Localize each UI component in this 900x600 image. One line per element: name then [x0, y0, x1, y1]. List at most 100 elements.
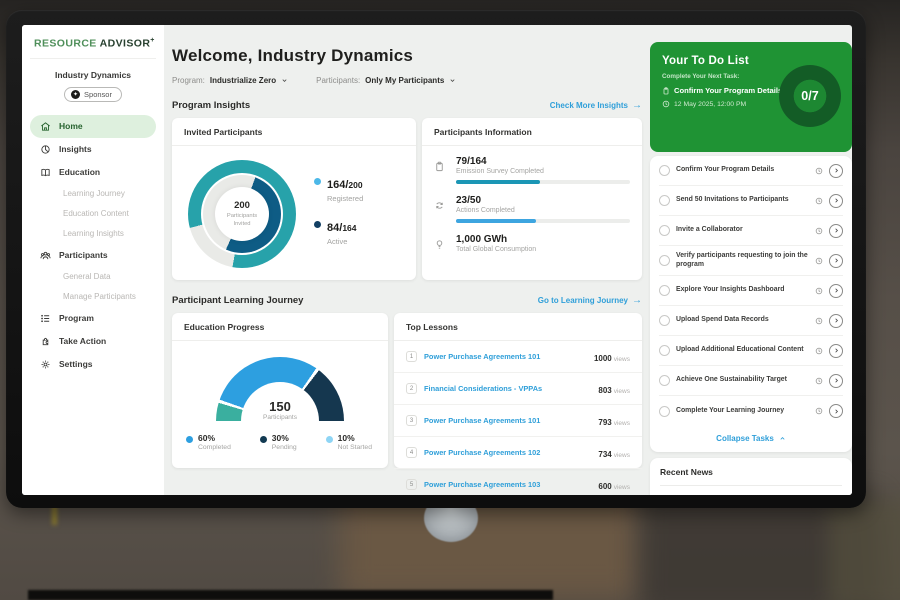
participants-icon: [40, 250, 51, 261]
check-more-insights-link[interactable]: Check More Insights →: [550, 101, 642, 111]
lesson-link[interactable]: Power Purchase Agreements 102: [424, 448, 591, 457]
sidebar-item-learning-insights[interactable]: Learning Insights: [30, 224, 156, 244]
task-checkbox[interactable]: [659, 195, 670, 206]
sidebar-item-insights[interactable]: Insights: [30, 138, 156, 161]
sidebar-nav: Home Insights Education Learning Journey…: [30, 115, 156, 376]
chevron-right-icon[interactable]: [829, 164, 843, 178]
survey-icon: [434, 159, 445, 177]
clock-icon: [815, 407, 823, 415]
sidebar-item-manage-participants[interactable]: Manage Participants: [30, 287, 156, 307]
invited-participants-card: Invited Participants 200 Participants In…: [172, 118, 416, 280]
task-checkbox[interactable]: [659, 345, 670, 356]
sidebar-item-participants[interactable]: Participants: [30, 244, 156, 267]
task-row[interactable]: Explore Your Insights Dashboard: [659, 276, 843, 306]
actions-progress-track: [456, 219, 630, 223]
gauge-center-label: Participants: [216, 414, 344, 421]
clock-icon: [815, 347, 823, 355]
home-icon: [40, 121, 51, 132]
sidebar-item-take-action[interactable]: Take Action: [30, 330, 156, 353]
task-row[interactable]: Upload Additional Educational Content: [659, 336, 843, 366]
learning-journey-title: Participant Learning Journey: [172, 295, 303, 306]
chevron-right-icon[interactable]: [829, 224, 843, 238]
task-row[interactable]: Complete Your Learning Journey: [659, 396, 843, 426]
lesson-link[interactable]: Power Purchase Agreements 101: [424, 352, 587, 361]
main-content: Welcome, Industry Dynamics Program: Indu…: [172, 25, 642, 495]
task-checkbox[interactable]: [659, 375, 670, 386]
lesson-row[interactable]: 4 Power Purchase Agreements 102 734views: [394, 437, 642, 469]
sponsor-badge[interactable]: ✦ Sponsor: [64, 87, 122, 102]
clock-icon: [662, 100, 670, 108]
bulb-icon: [434, 237, 445, 255]
sidebar-item-education[interactable]: Education: [30, 161, 156, 184]
arrow-right-icon: →: [632, 296, 642, 306]
clock-icon: [815, 317, 823, 325]
lesson-row[interactable]: 2 Financial Considerations - VPPAs 803vi…: [394, 373, 642, 405]
chevron-right-icon[interactable]: [829, 404, 843, 418]
check-more-insights-label: Check More Insights: [550, 101, 628, 110]
lesson-link[interactable]: Financial Considerations - VPPAs: [424, 384, 591, 393]
completed-legend-item: 60% Completed: [186, 433, 231, 451]
lesson-row[interactable]: 1 Power Purchase Agreements 101 1000view…: [394, 341, 642, 373]
actions-progress-fill: [456, 219, 536, 223]
chevron-right-icon[interactable]: [829, 254, 843, 268]
invited-donut-chart: 200 Participants Invited: [184, 156, 300, 272]
consumption-value: 1,000 GWh: [456, 234, 630, 245]
lesson-row[interactable]: 5 Power Purchase Agreements 103 600views: [394, 469, 642, 495]
task-row[interactable]: Send 50 Invitations to Participants: [659, 186, 843, 216]
logo-resource: RESOURCE: [34, 38, 97, 50]
gauge-legend-dot: [186, 436, 193, 443]
app-logo: RESOURCE ADVISOR+: [30, 35, 156, 59]
sidebar-item-settings[interactable]: Settings: [30, 353, 156, 376]
chevron-right-icon[interactable]: [829, 194, 843, 208]
lesson-link[interactable]: Power Purchase Agreements 103: [424, 480, 591, 489]
active-dot: [314, 221, 321, 228]
lesson-link[interactable]: Power Purchase Agreements 101: [424, 416, 591, 425]
chevron-right-icon[interactable]: [829, 314, 843, 328]
chevron-right-icon[interactable]: [829, 284, 843, 298]
task-checkbox[interactable]: [659, 315, 670, 326]
lesson-row[interactable]: 3 Power Purchase Agreements 101 793views: [394, 405, 642, 437]
sidebar-item-general-data[interactable]: General Data: [30, 267, 156, 287]
task-checkbox[interactable]: [659, 225, 670, 236]
consumption-label: Total Global Consumption: [456, 246, 630, 253]
gauge-center: 150 Participants: [216, 399, 344, 421]
todo-panel: Your To Do List Complete Your Next Task:…: [650, 25, 852, 495]
sidebar-item-label: Education: [59, 167, 100, 177]
sidebar-item-education-content[interactable]: Education Content: [30, 204, 156, 224]
program-filter[interactable]: Program: Industrialize Zero: [172, 76, 288, 85]
completed-percent: 60%: [198, 433, 231, 443]
task-label: Achieve One Sustainability Target: [676, 376, 809, 385]
clock-icon: [815, 167, 823, 175]
sidebar-item-program[interactable]: Program: [30, 307, 156, 330]
participants-filter-label: Participants:: [316, 76, 360, 85]
education-progress-title: Education Progress: [172, 313, 388, 341]
chevron-right-icon[interactable]: [829, 344, 843, 358]
views-label: views: [614, 388, 630, 395]
collapse-tasks-link[interactable]: Collapse Tasks: [659, 426, 843, 452]
task-checkbox[interactable]: [659, 165, 670, 176]
clock-icon: [815, 197, 823, 205]
task-row[interactable]: Achieve One Sustainability Target: [659, 366, 843, 396]
task-checkbox[interactable]: [659, 285, 670, 296]
sidebar-item-learning-journey[interactable]: Learning Journey: [30, 184, 156, 204]
participants-filter[interactable]: Participants: Only My Participants: [316, 76, 456, 85]
task-row[interactable]: Invite a Collaborator: [659, 216, 843, 246]
sidebar-item-home[interactable]: Home: [30, 115, 156, 138]
task-row[interactable]: Upload Spend Data Records: [659, 306, 843, 336]
task-checkbox[interactable]: [659, 255, 670, 266]
invited-legend: 164/200 Registered 84/164 Active: [314, 175, 363, 253]
task-row[interactable]: Verify participants requesting to join t…: [659, 246, 843, 276]
lesson-views: 803: [598, 386, 611, 395]
views-label: views: [614, 356, 630, 363]
program-icon: [40, 313, 51, 324]
program-filter-label: Program:: [172, 76, 205, 85]
participants-information-title: Participants Information: [422, 118, 642, 146]
chevron-right-icon[interactable]: [829, 374, 843, 388]
active-total: 164: [342, 223, 356, 233]
task-checkbox[interactable]: [659, 406, 670, 417]
not-started-percent: 10%: [338, 433, 372, 443]
emission-survey-progress-track: [456, 180, 630, 184]
go-to-learning-journey-link[interactable]: Go to Learning Journey →: [538, 296, 642, 306]
task-row[interactable]: Confirm Your Program Details: [659, 156, 843, 186]
participants-information-body: 79/164 Emission Survey Completed 23/50 A…: [422, 146, 642, 253]
